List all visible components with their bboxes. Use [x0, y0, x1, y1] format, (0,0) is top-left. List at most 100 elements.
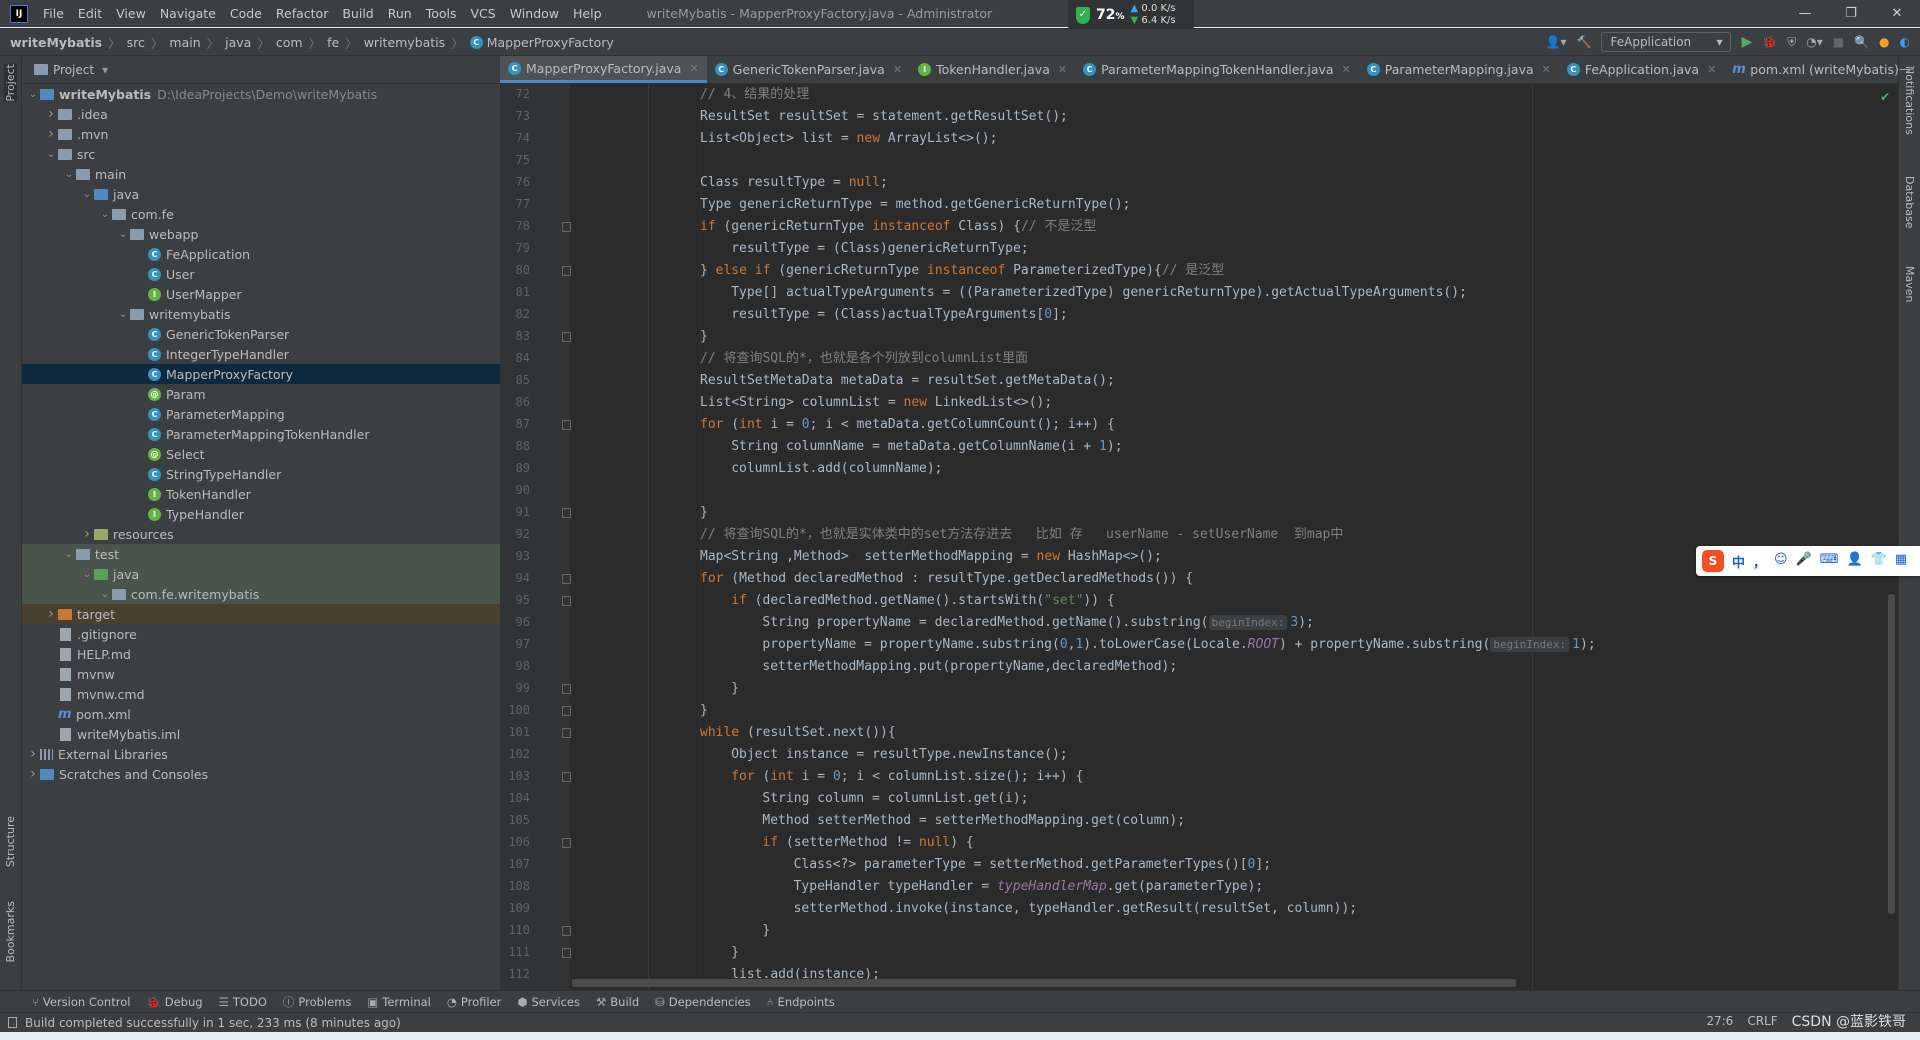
editor-tab[interactable]: I TokenHandler.java ✕ [910, 56, 1075, 83]
menu-tools[interactable]: Tools [419, 6, 464, 21]
tool-tab-services[interactable]: ⬢ Services [517, 995, 580, 1009]
menu-refactor[interactable]: Refactor [269, 6, 335, 21]
fold-marker-icon[interactable] [562, 706, 571, 716]
tree-item[interactable]: › resources [22, 524, 500, 544]
fold-marker-icon[interactable] [562, 420, 571, 430]
tree-item[interactable]: ⌄ main [22, 164, 500, 184]
fold-marker-icon[interactable] [562, 926, 571, 936]
build-hammer-icon[interactable]: 🔨 [1577, 35, 1592, 49]
tree-item[interactable]: ⌄ webapp [22, 224, 500, 244]
close-tab-icon[interactable]: ✕ [893, 63, 902, 76]
tree-item[interactable]: › .idea [22, 104, 500, 124]
fold-marker-icon[interactable] [562, 596, 571, 606]
breadcrumb-item[interactable]: com [276, 35, 303, 50]
fold-marker-icon[interactable] [562, 574, 571, 584]
menu-build[interactable]: Build [335, 6, 380, 21]
editor-tab[interactable]: C ParameterMapping.java ✕ [1359, 56, 1559, 83]
caret-position[interactable]: 27:6 [1706, 1014, 1733, 1031]
run-icon[interactable]: ▶ [1741, 34, 1752, 50]
menu-view[interactable]: View [109, 6, 153, 21]
tree-item[interactable]: C ParameterMappingTokenHandler [22, 424, 500, 444]
menu-vcs[interactable]: VCS [464, 6, 503, 21]
chevron-down-icon[interactable]: ⌄ [26, 89, 40, 100]
chevron-right-icon[interactable]: › [26, 746, 40, 762]
ime-tool-icon[interactable]: ⌨ [1820, 552, 1839, 571]
breadcrumb-item[interactable]: writeMybatis [10, 35, 102, 50]
tree-item[interactable]: I TokenHandler [22, 484, 500, 504]
tree-item[interactable]: mvnw.cmd [22, 684, 500, 704]
profile-icon[interactable]: ◔▾ [1806, 35, 1823, 49]
vertical-scrollbar[interactable] [1888, 594, 1895, 914]
breadcrumb-item[interactable]: java [225, 35, 251, 50]
code-editor[interactable]: 72 73 74 75 76 77 78 79 80 81 82 83 84 85 86 87 88 89 90 91… [500, 84, 1898, 990]
tool-tab-dependencies[interactable]: ⛁ Dependencies [655, 995, 750, 1009]
tree-item[interactable]: .gitignore [22, 624, 500, 644]
user-icon[interactable]: 👤▾ [1546, 35, 1567, 49]
tree-item[interactable]: mvnw [22, 664, 500, 684]
update-icon[interactable]: ● [1879, 35, 1889, 49]
fold-marker-icon[interactable] [562, 772, 571, 782]
ime-tool-icon[interactable]: ▦ [1895, 552, 1907, 571]
line-separator[interactable]: CRLF [1747, 1014, 1777, 1031]
fold-marker-icon[interactable] [562, 332, 571, 342]
breadcrumb-item[interactable]: MapperProxyFactory [487, 35, 614, 50]
tool-tab-endpoints[interactable]: ⑃ Endpoints [767, 995, 835, 1009]
tree-item[interactable]: HELP.md [22, 644, 500, 664]
chevron-down-icon[interactable]: ⌄ [116, 309, 130, 320]
breadcrumb-item[interactable]: src [127, 35, 145, 50]
breadcrumb-item[interactable]: fe [327, 35, 339, 50]
ime-tool-icon[interactable]: 👕 [1871, 552, 1887, 571]
project-view-select[interactable]: Project [53, 63, 94, 77]
chevron-down-icon[interactable]: ▾ [102, 63, 108, 77]
bookmarks-tool-button[interactable]: Bookmarks [4, 901, 17, 962]
tool-tab-build[interactable]: ⚒ Build [596, 995, 639, 1009]
tree-item[interactable]: writeMybatis.iml [22, 724, 500, 744]
menu-edit[interactable]: Edit [71, 6, 109, 21]
tool-tab-todo[interactable]: ☰ TODO [219, 995, 267, 1009]
close-tab-icon[interactable]: ✕ [1707, 63, 1716, 76]
tool-tab-debug[interactable]: 🐞 Debug [146, 995, 202, 1009]
close-tab-icon[interactable]: ✕ [1907, 63, 1916, 76]
chevron-right-icon[interactable]: › [44, 106, 58, 122]
database-tool-button[interactable]: Database [1903, 176, 1916, 229]
close-tab-icon[interactable]: ✕ [1342, 63, 1351, 76]
chevron-down-icon[interactable]: ⌄ [80, 569, 94, 580]
menu-file[interactable]: File [36, 6, 71, 21]
chevron-down-icon[interactable]: ⌄ [44, 149, 58, 160]
tree-item[interactable]: ⌄ src [22, 144, 500, 164]
tool-tab-problems[interactable]: ⓘ Problems [283, 994, 352, 1010]
chevron-right-icon[interactable]: › [44, 126, 58, 142]
tree-item[interactable]: ⌄ java [22, 184, 500, 204]
tree-item[interactable]: › .mvn [22, 124, 500, 144]
chevron-down-icon[interactable]: ⌄ [116, 229, 130, 240]
tool-tab-profiler[interactable]: ◔ Profiler [447, 995, 502, 1009]
chevron-down-icon[interactable]: ⌄ [98, 589, 112, 600]
tool-tab-version-control[interactable]: ⑂ Version Control [32, 995, 130, 1009]
tree-item[interactable]: m pom.xml [22, 704, 500, 724]
editor-tab[interactable]: C ParameterMappingTokenHandler.java ✕ [1075, 56, 1359, 83]
ime-tool-icon[interactable]: ， [1753, 552, 1766, 571]
stop-icon[interactable]: ■ [1833, 35, 1844, 49]
fold-marker-icon[interactable] [562, 728, 571, 738]
fold-marker-icon[interactable] [562, 684, 571, 694]
close-tab-icon[interactable]: ✕ [1058, 63, 1067, 76]
menu-navigate[interactable]: Navigate [153, 6, 223, 21]
breadcrumb-item[interactable]: writemybatis [364, 35, 445, 50]
tree-item[interactable]: C ParameterMapping [22, 404, 500, 424]
ime-tool-icon[interactable]: ☺ [1774, 552, 1788, 571]
tree-item[interactable]: C StringTypeHandler [22, 464, 500, 484]
run-config-select[interactable]: FeApplication ▾ [1601, 32, 1732, 52]
tool-tab-terminal[interactable]: ▣ Terminal [367, 995, 430, 1009]
tree-item[interactable]: I TypeHandler [22, 504, 500, 524]
breadcrumb-item[interactable]: main [169, 35, 200, 50]
restore-button[interactable]: ❐ [1828, 6, 1874, 21]
menu-run[interactable]: Run [381, 6, 419, 21]
tree-item[interactable]: ⌄ test [22, 544, 500, 564]
chevron-down-icon[interactable]: ⌄ [80, 189, 94, 200]
chevron-right-icon[interactable]: › [44, 606, 58, 622]
tree-item[interactable]: @ Select [22, 444, 500, 464]
fold-marker-icon[interactable] [562, 266, 571, 276]
tree-item[interactable]: ⌄ com.fe.writemybatis [22, 584, 500, 604]
horizontal-scrollbar[interactable] [572, 979, 1516, 987]
tree-item[interactable]: C User [22, 264, 500, 284]
